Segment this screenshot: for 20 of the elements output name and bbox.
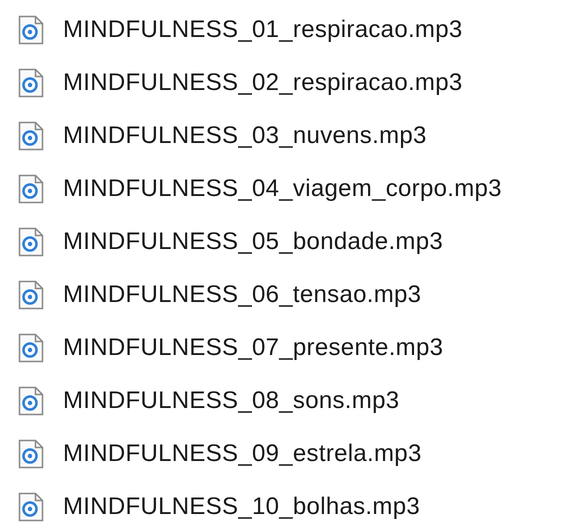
file-name[interactable]: MINDFULNESS_08_sons.mp3 xyxy=(63,382,400,418)
audio-file-icon xyxy=(18,226,44,256)
file-name[interactable]: MINDFULNESS_01_respiracao.mp3 xyxy=(63,12,463,48)
file-name[interactable]: MINDFULNESS_06_tensao.mp3 xyxy=(63,276,422,312)
audio-file-icon xyxy=(18,68,44,98)
audio-file-icon xyxy=(18,332,44,362)
audio-file-icon xyxy=(18,386,44,416)
file-name[interactable]: MINDFULNESS_03_nuvens.mp3 xyxy=(63,118,427,154)
file-name[interactable]: MINDFULNESS_05_bondade.mp3 xyxy=(63,224,443,260)
file-name[interactable]: MINDFULNESS_10_bolhas.mp3 xyxy=(63,488,420,524)
file-name[interactable]: MINDFULNESS_07_presente.mp3 xyxy=(63,330,444,366)
file-name[interactable]: MINDFULNESS_09_estrela.mp3 xyxy=(63,436,422,472)
audio-file-icon xyxy=(18,438,44,468)
audio-file-icon xyxy=(18,280,44,310)
audio-file-icon xyxy=(18,120,44,150)
file-name[interactable]: MINDFULNESS_02_respiracao.mp3 xyxy=(63,64,463,100)
audio-file-icon xyxy=(18,492,44,522)
audio-file-icon xyxy=(18,14,44,44)
audio-file-icon xyxy=(18,174,44,204)
file-name[interactable]: MINDFULNESS_04_viagem_corpo.mp3 xyxy=(63,170,502,206)
